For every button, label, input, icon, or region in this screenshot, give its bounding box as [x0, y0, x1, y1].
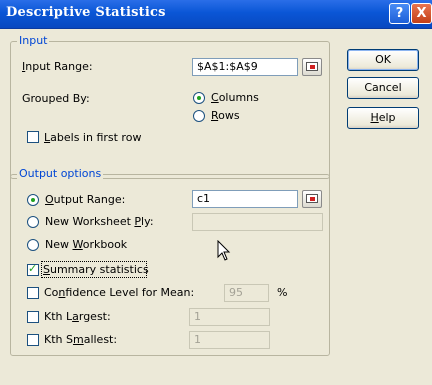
confidence-level-checkbox[interactable] — [27, 287, 39, 299]
output-range-field[interactable]: c1 — [192, 190, 298, 208]
kth-largest-field[interactable]: 1 — [189, 308, 270, 326]
labels-first-row-label[interactable]: Labels in first row — [44, 131, 141, 144]
title-close-button[interactable]: X — [411, 3, 432, 24]
confidence-level-label[interactable]: Confidence Level for Mean: — [44, 286, 194, 299]
columns-label[interactable]: Columns — [211, 91, 259, 104]
output-options-label: Output options — [17, 167, 104, 180]
window-title: Descriptive Statistics — [6, 5, 166, 20]
rows-label[interactable]: Rows — [211, 109, 240, 122]
summary-statistics-checkbox[interactable] — [27, 262, 39, 276]
input-range-field[interactable]: $A$1:$A$9 — [192, 58, 298, 76]
input-range-label: Input Range: — [22, 60, 93, 73]
title-bar: Descriptive Statistics ? X — [0, 0, 432, 29]
mouse-pointer-icon — [217, 240, 231, 261]
ok-button[interactable]: OK — [347, 49, 419, 71]
output-range-label[interactable]: Output Range: — [45, 193, 125, 206]
title-help-button[interactable]: ? — [389, 3, 410, 24]
percent-sign: % — [277, 286, 288, 299]
help-button[interactable]: Help — [347, 107, 419, 129]
new-worksheet-label[interactable]: New Worksheet Ply: — [45, 215, 154, 228]
confidence-level-field[interactable]: 95 — [224, 284, 269, 302]
cancel-button[interactable]: Cancel — [347, 77, 419, 99]
rows-radio[interactable] — [193, 110, 205, 122]
kth-smallest-checkbox[interactable] — [27, 334, 39, 346]
kth-smallest-label[interactable]: Kth Smallest: — [44, 333, 117, 346]
grouped-by-label: Grouped By: — [22, 92, 90, 105]
output-range-ref-button[interactable] — [302, 190, 322, 208]
labels-first-row-checkbox[interactable] — [27, 131, 39, 143]
new-worksheet-field[interactable] — [192, 213, 323, 231]
new-workbook-radio[interactable] — [27, 239, 39, 251]
kth-largest-checkbox[interactable] — [27, 311, 39, 323]
dialog-body: Input Input Range: $A$1:$A$9 Grouped By:… — [0, 29, 432, 385]
new-worksheet-radio[interactable] — [27, 216, 39, 228]
kth-smallest-field[interactable]: 1 — [189, 331, 270, 349]
output-range-radio[interactable] — [27, 194, 39, 206]
summary-statistics-label[interactable]: Summary statistics — [43, 263, 149, 276]
input-range-ref-button[interactable] — [302, 58, 322, 76]
input-group-label: Input — [17, 34, 50, 47]
columns-radio[interactable] — [193, 92, 205, 104]
kth-largest-label[interactable]: Kth Largest: — [44, 310, 111, 323]
new-workbook-label[interactable]: New Workbook — [45, 238, 127, 251]
